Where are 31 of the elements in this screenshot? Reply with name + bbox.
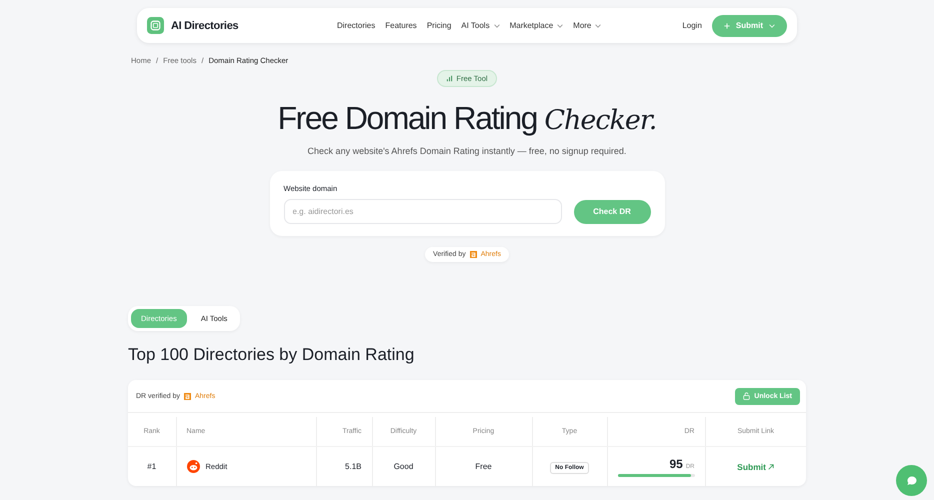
- alien-face-icon: [186, 460, 200, 473]
- nav-link[interactable]: AI Tools: [461, 21, 490, 30]
- ahrefs-logo-icon: [470, 251, 477, 258]
- nav-link[interactable]: Pricing: [426, 21, 452, 30]
- table-cell: 5.1B: [316, 446, 372, 486]
- domain-input[interactable]: e.g. aidirectori.es: [284, 199, 562, 224]
- table-cell: Free: [435, 446, 532, 486]
- table-cell: Good: [372, 446, 435, 486]
- arrow-up-right-icon: [768, 464, 774, 470]
- submit-link[interactable]: Submit: [737, 462, 774, 472]
- chevron-down-icon[interactable]: [595, 24, 602, 28]
- table-cell: #1: [128, 446, 176, 486]
- chat-button[interactable]: [896, 465, 927, 496]
- subtitle: Check any website's Ahrefs Domain Rating instantly — free, no signup required.: [308, 146, 626, 156]
- brand-name: AI Directories: [171, 20, 238, 32]
- nav-link[interactable]: Marketplace: [510, 21, 554, 30]
- section-heading: Top 100 Directories by Domain Rating: [128, 345, 416, 365]
- dr-value: 95: [669, 456, 683, 470]
- nav-link[interactable]: Features: [385, 21, 417, 30]
- chevron-down-icon: [769, 24, 775, 28]
- login-link[interactable]: Login: [682, 21, 702, 30]
- logo-icon: [147, 17, 164, 34]
- chevron-down-icon[interactable]: [494, 24, 500, 28]
- lock-icon: [743, 392, 750, 400]
- plus-icon: [724, 22, 730, 28]
- page-title: Free Domain Rating Checker.: [278, 99, 656, 138]
- chat-icon: [906, 474, 918, 486]
- ahrefs-logo-icon: [184, 392, 191, 400]
- nav-link[interactable]: Directories: [337, 21, 376, 30]
- nav-link[interactable]: More: [573, 21, 592, 30]
- chevron-down-icon[interactable]: [557, 24, 564, 28]
